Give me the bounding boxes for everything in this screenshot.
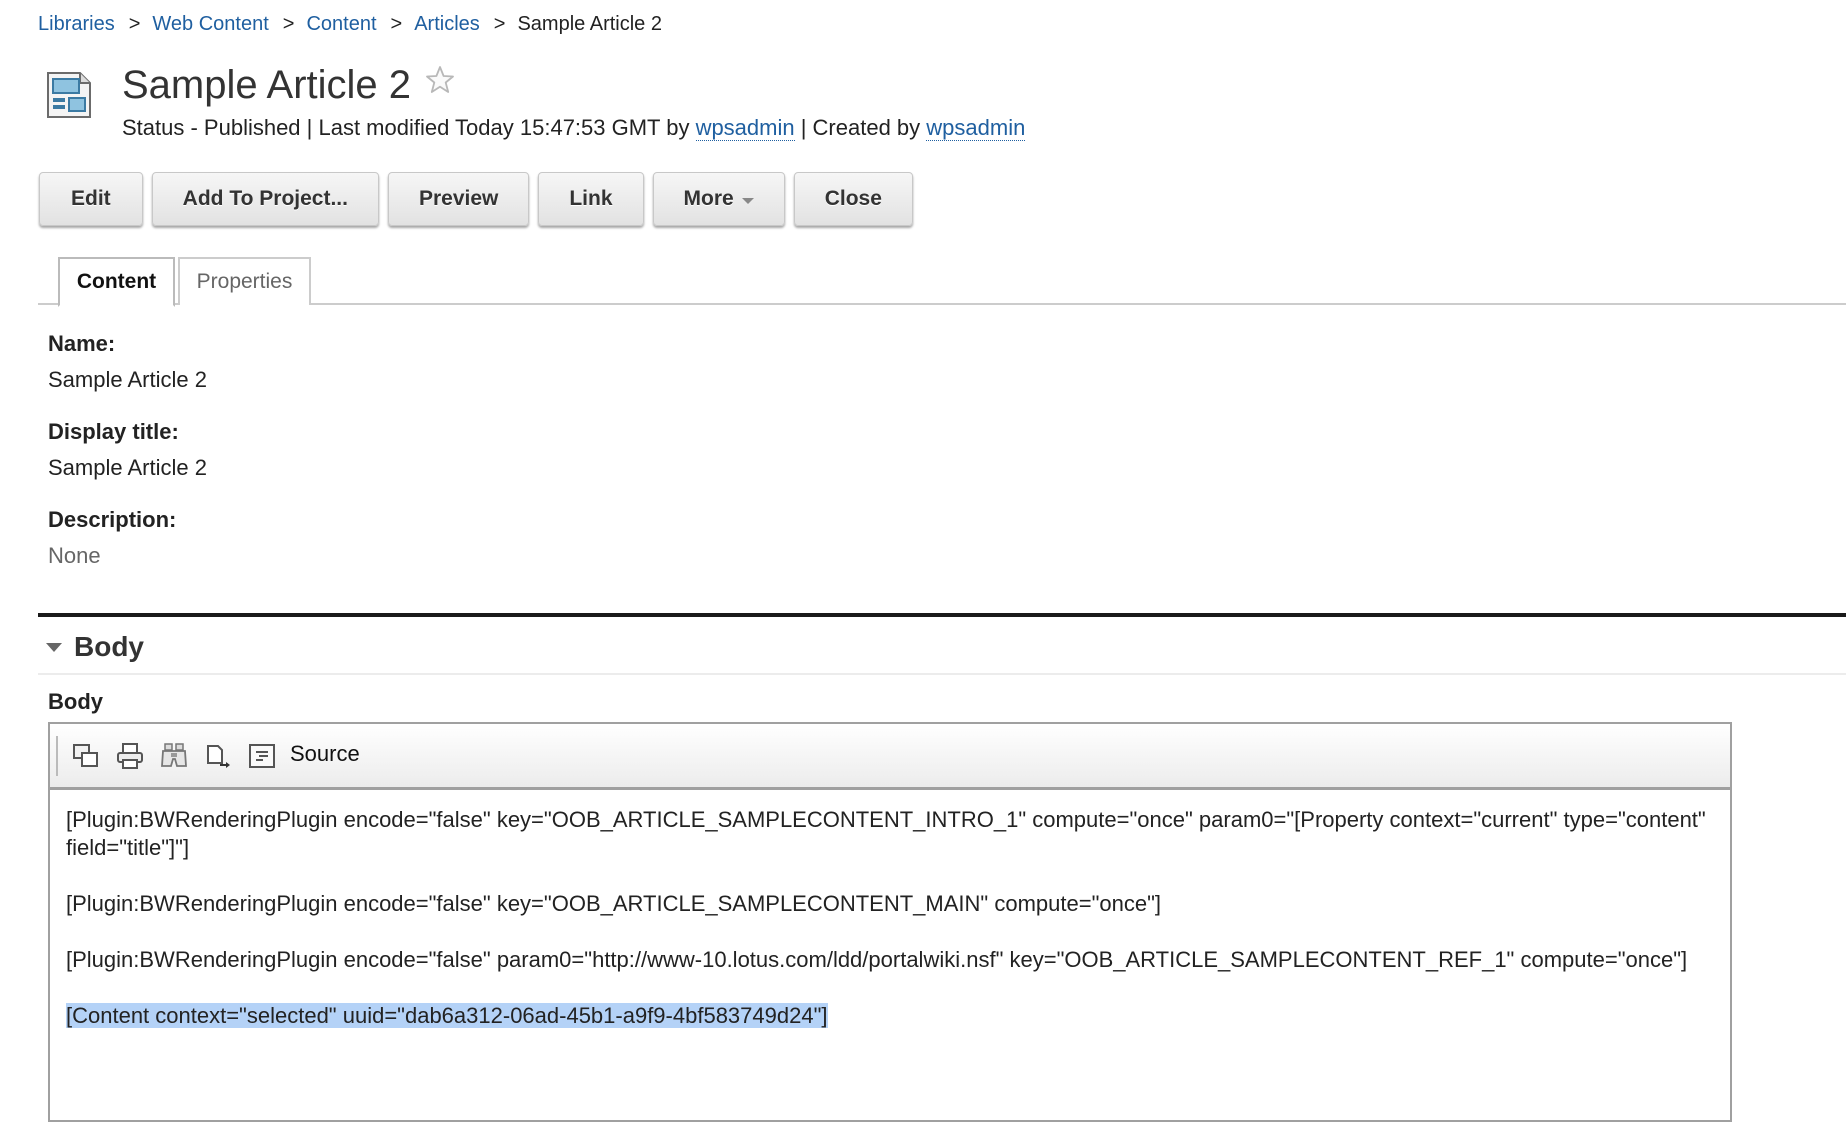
section-subdivider [38, 673, 1846, 675]
breadcrumb-separator: > [282, 13, 295, 35]
section-divider [38, 613, 1846, 617]
close-button[interactable]: Close [793, 172, 913, 226]
breadcrumb-current: Sample Article 2 [517, 13, 662, 35]
toolbar-grip [56, 735, 58, 776]
tab-properties[interactable]: Properties [178, 257, 311, 305]
export-document-icon[interactable] [200, 738, 236, 774]
add-to-project-button[interactable]: Add To Project... [151, 172, 379, 226]
chevron-down-icon [741, 197, 754, 204]
breadcrumb-separator: > [128, 13, 141, 35]
breadcrumb-separator: > [493, 13, 506, 35]
action-toolbar: Edit Add To Project... Preview Link More… [39, 172, 922, 226]
editor-paragraph-selected: [Content context="selected" uuid="dab6a3… [66, 1002, 1714, 1030]
status-text: Status - Published | Last modified Today… [122, 115, 696, 140]
breadcrumb-articles[interactable]: Articles [414, 13, 480, 35]
source-view-icon[interactable] [244, 738, 280, 774]
breadcrumb: Libraries > Web Content > Content > Articles > S… [38, 11, 662, 37]
name-field: Name: Sample Article 2 [48, 330, 207, 394]
editor-content[interactable]: [Plugin:BWRenderingPlugin encode="false"… [50, 790, 1730, 1030]
editor-paragraph: [Plugin:BWRenderingPlugin encode="false"… [66, 807, 1706, 860]
caret-down-icon [46, 642, 62, 652]
name-label: Name: [48, 331, 116, 356]
tab-bar: Content Properties [38, 257, 1846, 307]
description-value: None [48, 543, 101, 568]
tab-content[interactable]: Content [58, 257, 175, 307]
body-field-label: Body [48, 689, 103, 714]
breadcrumb-content[interactable]: Content [306, 13, 376, 35]
created-text: | Created by [794, 115, 927, 140]
body-section-title: Body [74, 631, 144, 662]
rich-text-editor: Source [Plugin:BWRenderingPlugin encode=… [48, 722, 1732, 1122]
editor-toolbar: Source [50, 724, 1730, 790]
breadcrumb-libraries[interactable]: Libraries [38, 13, 115, 35]
display-title-field: Display title: Sample Article 2 [48, 418, 207, 482]
display-title-value: Sample Article 2 [48, 455, 207, 480]
modified-by-link[interactable]: wpsadmin [695, 115, 795, 141]
print-icon[interactable] [112, 738, 148, 774]
selected-text: [Content context="selected" uuid="dab6a3… [66, 1003, 828, 1028]
editor-paragraph: [Plugin:BWRenderingPlugin encode="false"… [66, 947, 1688, 972]
link-button[interactable]: Link [538, 172, 644, 226]
description-field: Description: None [48, 506, 176, 570]
display-title-label: Display title: [48, 419, 179, 444]
more-label: More [683, 187, 734, 210]
created-by-link[interactable]: wpsadmin [926, 115, 1026, 141]
edit-button[interactable]: Edit [39, 172, 143, 226]
body-section-toggle[interactable]: Body [46, 627, 144, 667]
breadcrumb-separator: > [390, 13, 403, 35]
breadcrumb-web-content[interactable]: Web Content [152, 13, 268, 35]
description-label: Description: [48, 507, 177, 532]
find-binoculars-icon[interactable] [156, 738, 192, 774]
star-outline-icon[interactable] [424, 64, 456, 96]
page-title: Sample Article 2 [122, 63, 412, 107]
editor-paragraph: [Plugin:BWRenderingPlugin encode="false"… [66, 891, 1162, 916]
article-document-icon [44, 70, 94, 120]
source-button[interactable]: Source [290, 741, 360, 767]
status-line: Status - Published | Last modified Today… [122, 114, 1026, 142]
preview-button[interactable]: Preview [387, 172, 530, 226]
name-value: Sample Article 2 [48, 367, 207, 392]
more-dropdown-button[interactable]: More [652, 172, 785, 226]
copy-icon[interactable] [68, 738, 104, 774]
